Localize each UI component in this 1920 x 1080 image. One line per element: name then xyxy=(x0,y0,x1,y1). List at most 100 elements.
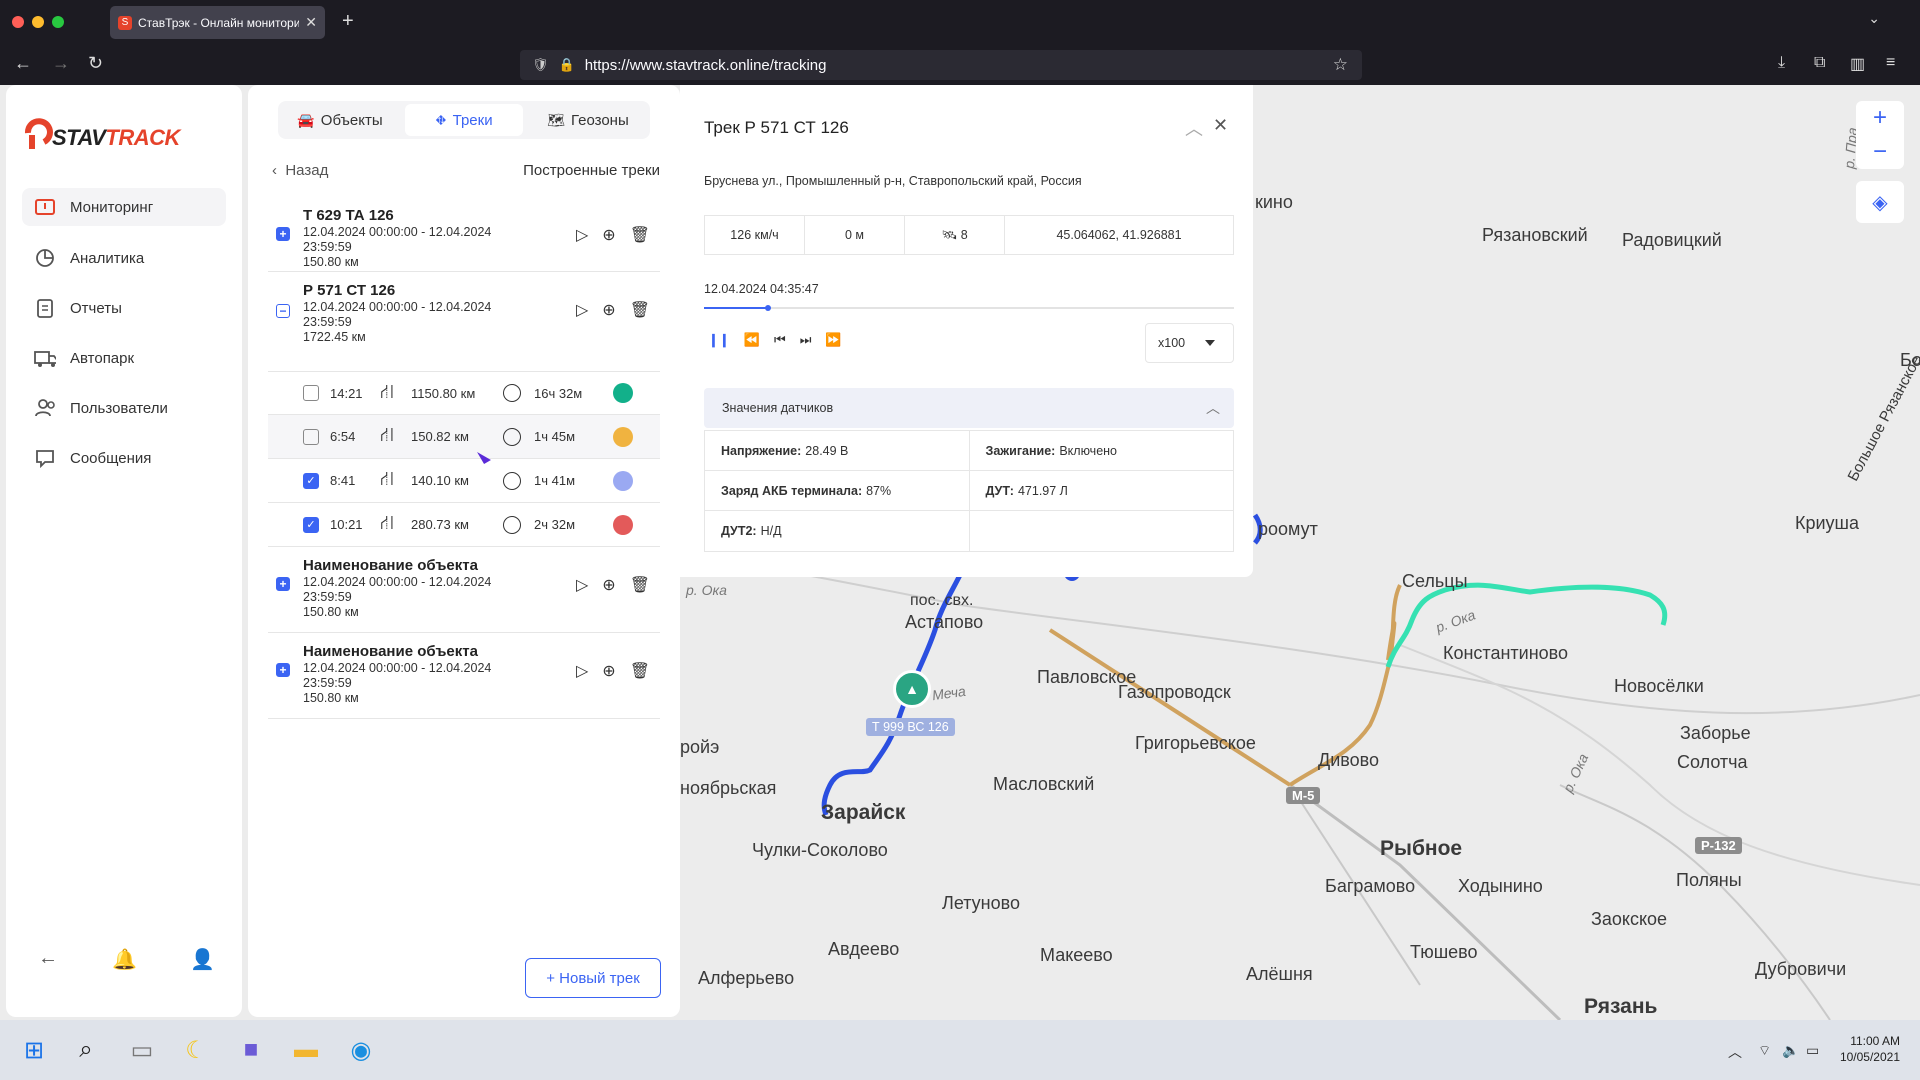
track-item[interactable]: + Т 629 ТА 126 12.04.2024 00:00:00 - 12.… xyxy=(268,197,660,272)
minimize-window-button[interactable] xyxy=(32,16,44,28)
tab-tracks[interactable]: ⛖ Треки xyxy=(405,104,523,136)
sidebar: STAVTRACK Мониторинг Аналитика Отчеты Ав… xyxy=(6,85,242,1017)
car-icon: 🚘 xyxy=(297,111,315,128)
sidebar-item-monitoring[interactable]: Мониторинг xyxy=(22,188,226,226)
collapse-arrow-icon[interactable]: ← xyxy=(38,947,58,970)
segment-color-dot[interactable] xyxy=(613,383,633,403)
add-location-icon[interactable]: ⊕ xyxy=(602,661,615,681)
segment-distance: 280.73 км xyxy=(411,517,469,532)
volume-icon[interactable]: 🔈 xyxy=(1782,1042,1799,1059)
play-icon[interactable]: ▷ xyxy=(576,300,588,320)
collapse-minus-icon[interactable]: − xyxy=(276,304,290,318)
sidebar-item-messages[interactable]: Сообщения xyxy=(22,439,226,477)
teams-icon[interactable]: ■ xyxy=(235,1034,267,1066)
sensor-value: 471.97 Л xyxy=(1017,483,1068,498)
trash-icon[interactable]: 🗑 xyxy=(630,300,650,320)
chevron-up-icon[interactable]: ︿ xyxy=(1185,115,1203,141)
sensor-value: 28.49 В xyxy=(805,443,849,458)
fast-forward-icon[interactable]: ⏩ xyxy=(825,332,841,348)
sidebar-item-reports[interactable]: Отчеты xyxy=(22,289,226,327)
track-item[interactable]: + Наименование объекта 12.04.2024 00:00:… xyxy=(268,633,660,719)
track-segment-row[interactable]: ✓ 8:41 ⛙ 140.10 км 1ч 41м xyxy=(268,459,660,503)
sidebar-item-fleet[interactable]: Автопарк xyxy=(22,339,226,377)
extensions-icon[interactable]: ⧉ xyxy=(1814,54,1825,72)
track-segment-row[interactable]: 14:21 ⛙ 1150.80 км 16ч 32м xyxy=(268,371,660,415)
search-icon[interactable]: ⌕ xyxy=(70,1034,102,1066)
playback-speed-value: x100 xyxy=(1158,336,1186,350)
chevron-up-icon: ︿ xyxy=(1206,400,1220,416)
segment-color-dot[interactable] xyxy=(613,470,633,491)
add-location-icon[interactable]: ⊕ xyxy=(602,300,615,320)
address-bar[interactable]: 🛡 🔒 https://www.stavtrack.online/trackin… xyxy=(520,50,1362,80)
reload-icon[interactable]: ↻ xyxy=(88,53,103,74)
track-segment-row[interactable]: ✓ 10:21 ⛙ 280.73 км 2ч 32м xyxy=(268,503,660,547)
close-window-button[interactable] xyxy=(12,16,24,28)
track-item[interactable]: + Наименование объекта 12.04.2024 00:00:… xyxy=(268,547,660,633)
bookmark-star-icon[interactable]: ☆ xyxy=(1333,55,1348,75)
sidebar-icon[interactable]: ▥ xyxy=(1850,54,1865,74)
track-segment-row[interactable]: 6:54 ⛙ 150.82 км 1ч 45м xyxy=(268,415,660,459)
back-arrow-icon[interactable]: ← xyxy=(14,53,32,74)
sensors-header[interactable]: Значения датчиков ︿ xyxy=(704,388,1234,428)
segment-checkbox[interactable] xyxy=(303,385,319,401)
play-icon[interactable]: ▷ xyxy=(576,575,588,595)
system-clock[interactable]: 11:00 AM 10/05/2021 xyxy=(1840,1033,1900,1065)
file-explorer-icon[interactable]: ▬ xyxy=(290,1034,322,1066)
moon-app-icon[interactable]: ☾ xyxy=(180,1034,212,1066)
playback-progress[interactable] xyxy=(704,305,1234,311)
download-icon[interactable]: ⤓ xyxy=(1778,54,1785,72)
playback-controls: ❙❙ ⏪ ⏮ ⏭ ⏩ xyxy=(708,332,842,348)
new-track-button[interactable]: + Новый трек xyxy=(525,958,661,998)
tab-objects[interactable]: 🚘 Объекты xyxy=(281,104,399,136)
trash-icon[interactable]: 🗑 xyxy=(630,661,650,681)
wifi-icon[interactable]: ⌔ xyxy=(1758,1042,1771,1060)
sidebar-item-users[interactable]: Пользователи xyxy=(22,389,226,427)
stavtrack-logo[interactable]: STAVTRACK xyxy=(24,115,180,151)
close-icon[interactable]: ✕ xyxy=(1213,115,1228,136)
profile-icon[interactable]: 👤 xyxy=(190,947,215,972)
zoom-controls: + − xyxy=(1856,101,1904,169)
segment-checkbox[interactable] xyxy=(303,428,319,445)
edge-icon[interactable]: ◉ xyxy=(345,1034,377,1066)
playback-speed-select[interactable]: x100 xyxy=(1145,323,1234,363)
expand-plus-icon[interactable]: + xyxy=(276,663,290,677)
play-icon[interactable]: ▷ xyxy=(576,661,588,681)
tray-chevron-icon[interactable]: ︿ xyxy=(1728,1042,1742,1062)
close-tab-icon[interactable]: ✕ xyxy=(305,14,317,31)
progress-fill xyxy=(704,307,768,309)
segment-checkbox-checked[interactable]: ✓ xyxy=(303,472,319,489)
zoom-in-icon[interactable]: + xyxy=(1873,104,1887,132)
play-icon[interactable]: ▷ xyxy=(576,225,588,245)
progress-knob[interactable] xyxy=(764,305,771,311)
pause-icon[interactable]: ❙❙ xyxy=(708,332,730,348)
sidebar-item-analytics[interactable]: Аналитика xyxy=(22,239,226,277)
rewind-icon[interactable]: ⏪ xyxy=(744,332,760,348)
trash-icon[interactable]: 🗑 xyxy=(630,225,650,245)
trash-icon[interactable]: 🗑 xyxy=(630,575,650,595)
segment-color-dot[interactable] xyxy=(613,514,633,535)
forward-arrow-icon[interactable]: → xyxy=(52,53,70,74)
new-tab-button[interactable]: + xyxy=(342,10,354,33)
battery-icon[interactable]: ▭ xyxy=(1806,1042,1819,1059)
vehicle-marker-icon[interactable]: ▲ xyxy=(893,670,931,708)
expand-plus-icon[interactable]: + xyxy=(276,227,290,241)
task-view-icon[interactable]: ▭ xyxy=(126,1034,158,1066)
add-location-icon[interactable]: ⊕ xyxy=(602,225,615,245)
next-icon[interactable]: ⏭ xyxy=(800,332,812,348)
back-button[interactable]: ‹ Назад xyxy=(272,162,328,179)
expand-plus-icon[interactable]: + xyxy=(276,577,290,591)
map-label: пос. свх. xyxy=(910,592,974,609)
maximize-window-button[interactable] xyxy=(52,16,64,28)
bell-icon[interactable]: 🔔 xyxy=(112,947,137,972)
layers-icon[interactable]: ◈ xyxy=(1856,181,1904,223)
add-location-icon[interactable]: ⊕ xyxy=(602,575,615,595)
segment-color-dot[interactable] xyxy=(613,426,633,447)
segment-checkbox-checked[interactable]: ✓ xyxy=(303,516,319,533)
previous-icon[interactable]: ⏮ xyxy=(774,332,786,348)
menu-icon[interactable]: ≡ xyxy=(1886,54,1895,72)
tab-geozones[interactable]: 🗺 Геозоны xyxy=(529,104,647,136)
zoom-out-icon[interactable]: − xyxy=(1873,138,1887,166)
tab-list-chevron-icon[interactable]: ⌄ xyxy=(1868,10,1880,27)
browser-tab[interactable]: S СтавТрэк - Онлайн мониторинг ✕ xyxy=(110,6,325,39)
windows-start-icon[interactable]: ⊞ xyxy=(18,1034,50,1066)
